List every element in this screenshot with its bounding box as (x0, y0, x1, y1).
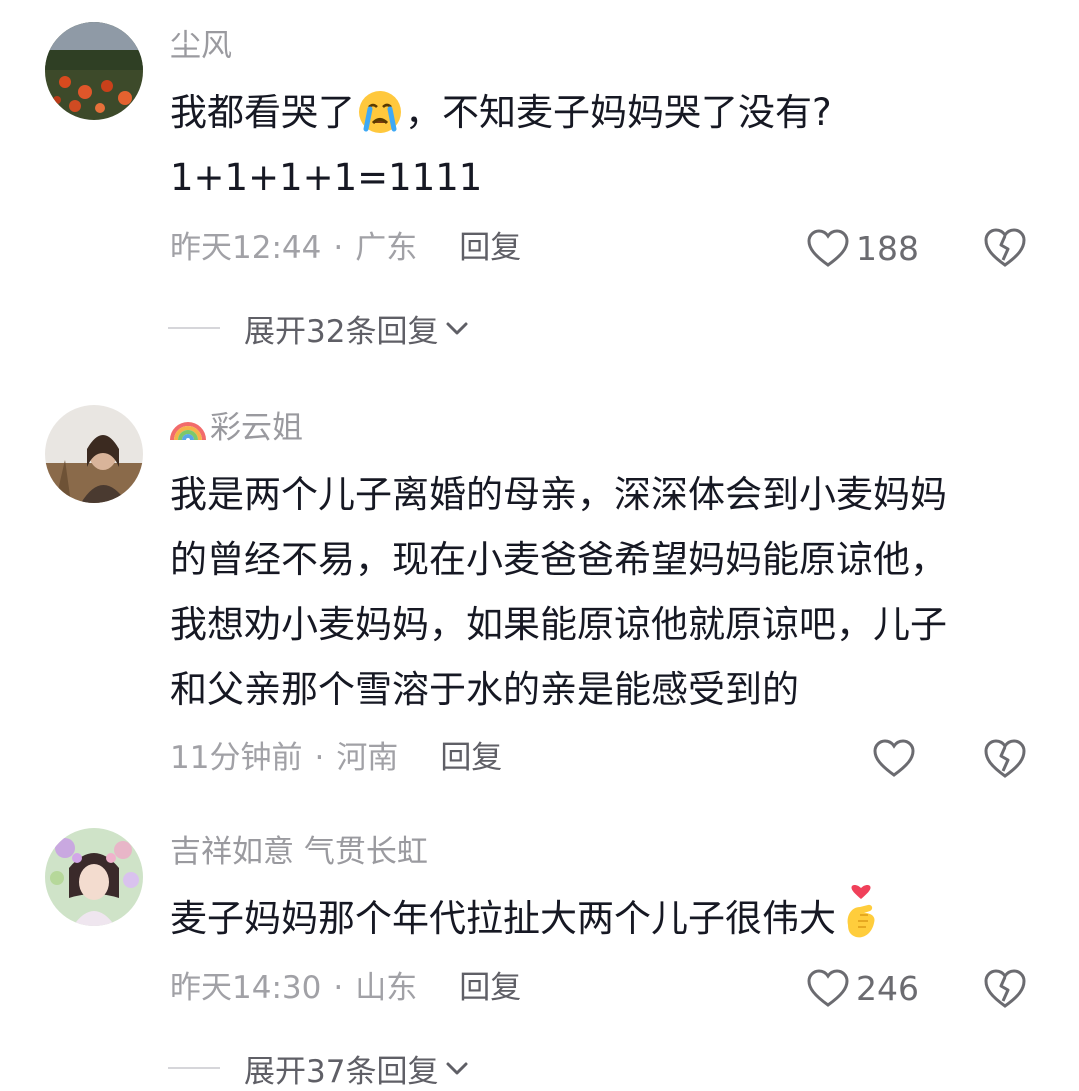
comment-text-part: 我都看哭了 (170, 91, 355, 134)
expand-replies-button[interactable]: 展开32条回复 (168, 308, 470, 350)
comment-text: 我是两个儿子离婚的母亲，深深体会到小麦妈妈 的曾经不易，现在小麦爸爸希望妈妈能原… (170, 462, 1050, 722)
dislike-button[interactable] (983, 737, 1027, 779)
comment-text-line: 和父亲那个雪溶于水的亲是能感受到的 (170, 668, 799, 711)
broken-heart-icon (984, 228, 1026, 267)
reply-button[interactable]: 回复 (459, 230, 521, 266)
comment-time: 昨天12:44 (170, 230, 322, 266)
expand-replies-label: 展开32条回复 (244, 313, 439, 350)
comment-text: 我都看哭了 ，不知麦子妈妈哭了没有? 1+1+1+1=1111 (170, 80, 1050, 210)
chevron-down-icon (446, 322, 468, 335)
comment-text-part: 麦子妈妈那个年代拉扯大两个儿子很伟大 (170, 897, 836, 940)
reply-button[interactable]: 回复 (459, 970, 521, 1006)
comment-meta: 昨天12:44 · 广东 回复 (170, 228, 521, 268)
username-label: 彩云姐 (210, 410, 303, 446)
dislike-button[interactable] (983, 967, 1027, 1009)
comment-text-line: 1+1+1+1=1111 (170, 156, 483, 199)
like-button[interactable] (872, 736, 922, 780)
comment-text: 麦子妈妈那个年代拉扯大两个儿子很伟大 (170, 884, 1050, 951)
reply-button[interactable]: 回复 (440, 740, 502, 776)
meta-separator: · (333, 230, 344, 266)
username[interactable]: 尘风 (170, 26, 232, 66)
comment-time: 昨天14:30 (170, 970, 322, 1006)
like-count: 188 (856, 228, 919, 268)
heart-icon (873, 739, 915, 777)
comment-location: 山东 (355, 970, 418, 1006)
comment-text-line: 我想劝小麦妈妈，如果能原谅他就原谅吧，儿子 (170, 603, 947, 646)
avatar[interactable] (45, 22, 143, 120)
meta-separator: · (314, 740, 325, 776)
like-button[interactable]: 246 (806, 966, 919, 1010)
username[interactable]: 吉祥如意 气贯长虹 (170, 832, 428, 872)
crying-face-icon (357, 89, 403, 135)
username[interactable]: 彩云姐 (170, 408, 303, 448)
like-count: 246 (856, 968, 919, 1008)
comment-meta: 昨天14:30 · 山东 回复 (170, 968, 521, 1008)
comment-text-part: ，不知麦子妈妈哭了没有? (405, 91, 832, 134)
expand-replies-label: 展开37条回复 (244, 1053, 439, 1090)
comment-location: 广东 (355, 230, 418, 266)
hand-with-heart-icon (838, 884, 884, 942)
divider-line (168, 1067, 220, 1069)
comment-text-line: 我是两个儿子离婚的母亲，深深体会到小麦妈妈 (170, 473, 947, 516)
meta-separator: · (333, 970, 344, 1006)
broken-heart-icon (984, 739, 1026, 778)
broken-heart-icon (984, 969, 1026, 1008)
expand-replies-button[interactable]: 展开37条回复 (168, 1048, 470, 1090)
divider-line (168, 327, 220, 329)
comment-time: 11分钟前 (170, 740, 303, 776)
heart-icon (807, 969, 849, 1007)
comment-meta: 11分钟前 · 河南 回复 (170, 738, 502, 778)
heart-icon (807, 229, 849, 267)
dislike-button[interactable] (983, 226, 1027, 268)
avatar[interactable] (45, 828, 143, 926)
chevron-down-icon (446, 1062, 468, 1075)
comment-text-line: 的曾经不易，现在小麦爸爸希望妈妈能原谅他， (170, 538, 947, 581)
comment-location: 河南 (336, 740, 399, 776)
rainbow-icon (170, 410, 206, 442)
like-button[interactable]: 188 (806, 226, 919, 270)
avatar[interactable] (45, 405, 143, 503)
